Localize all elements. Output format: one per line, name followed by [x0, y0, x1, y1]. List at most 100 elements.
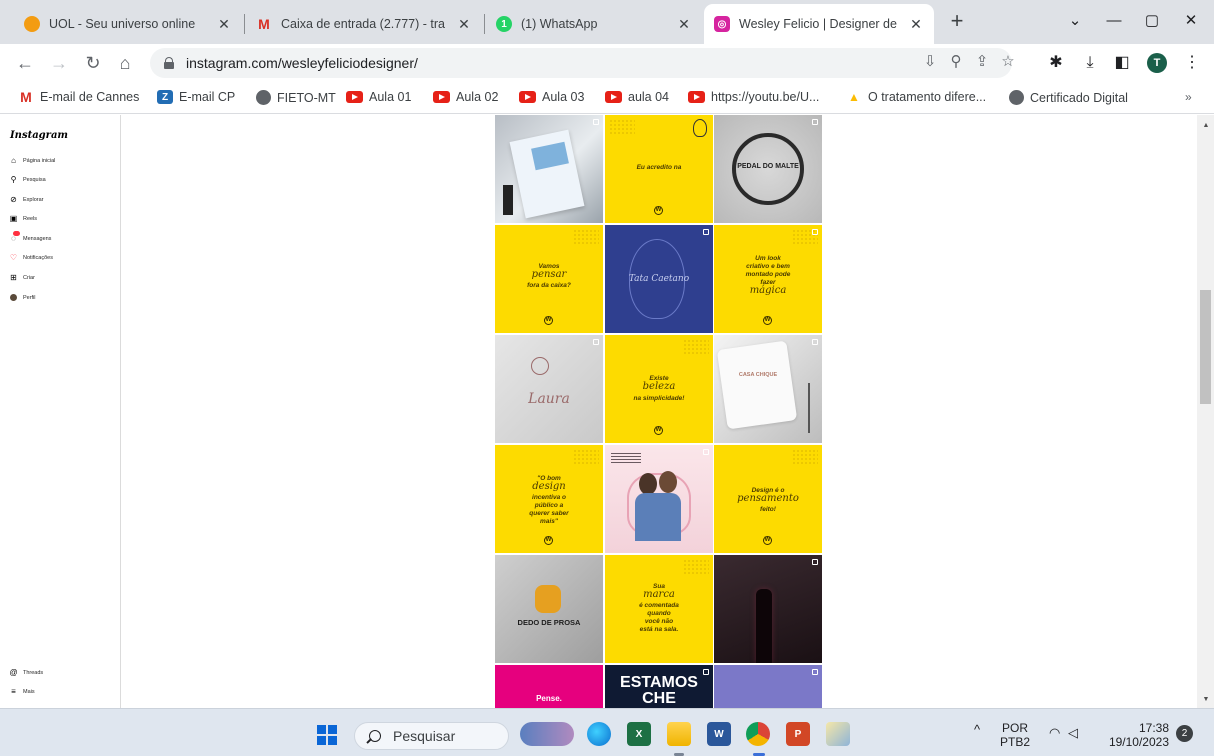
excel-icon[interactable]: X [627, 722, 651, 746]
youtube-icon [688, 91, 705, 103]
back-button[interactable]: ← [12, 50, 38, 76]
zoom-icon[interactable]: ⚲ [944, 50, 968, 74]
extensions-icon[interactable]: ✱ [1044, 51, 1068, 75]
nav-threads[interactable]: @ Threads [9, 668, 43, 677]
forward-button[interactable]: → [46, 50, 72, 76]
tab-whatsapp[interactable]: 1 (1) WhatsApp ✕ [486, 4, 702, 44]
bookmark-fieto[interactable]: FIETO-MT [256, 90, 336, 105]
tab-search-dropdown[interactable]: ⌄ [1060, 8, 1090, 34]
instagram-logo[interactable]: Instagram [10, 130, 68, 141]
close-window-button[interactable]: ✕ [1176, 8, 1206, 34]
post-thumbnail[interactable]: "O bom design incentiva o público a quer… [495, 445, 603, 553]
bookmark-email-cp[interactable]: Z E-mail CP [157, 90, 235, 104]
tab-strip: UOL - Seu universo online ✕ M Caixa de e… [0, 0, 1214, 44]
nav-more[interactable]: ≡ Mais [9, 687, 34, 696]
post-thumbnail[interactable] [714, 665, 822, 708]
language-indicator[interactable]: POR PTB2 [1000, 721, 1030, 749]
nav-explore[interactable]: ⊘ Explorar [9, 195, 43, 204]
tab-instagram[interactable]: ◎ Wesley Felicio | Designer de ✕ [704, 4, 934, 44]
tab-title: (1) WhatsApp [521, 17, 598, 31]
nav-profile[interactable]: Perfil [9, 293, 36, 302]
url-text[interactable]: instagram.com/wesleyfeliciodesigner/ [186, 55, 418, 71]
notification-count-badge[interactable]: 2 [1176, 725, 1193, 742]
bookmark-certificado[interactable]: Certificado Digital [1009, 90, 1128, 105]
tray-overflow-icon[interactable]: ^ [974, 723, 980, 737]
search-placeholder: Pesquisar [393, 728, 456, 744]
powerpoint-icon[interactable]: P [786, 722, 810, 746]
share-icon[interactable]: ⇪ [970, 50, 994, 74]
volume-icon[interactable]: ◁ [1068, 726, 1078, 740]
windows-start-button[interactable] [317, 725, 337, 745]
word-icon[interactable]: W [707, 722, 731, 746]
post-thumbnail[interactable] [714, 555, 822, 663]
new-tab-button[interactable]: + [945, 10, 969, 34]
chrome-icon[interactable] [746, 722, 770, 746]
post-caption: marca [643, 589, 675, 600]
scrollbar-track[interactable] [1197, 115, 1214, 708]
install-app-icon[interactable]: ⇩ [918, 50, 942, 74]
bookmark-star-icon[interactable]: ☆ [996, 50, 1020, 74]
post-thumbnail[interactable]: Tata Caetano [605, 225, 713, 333]
bookmark-aula-03[interactable]: Aula 03 [519, 90, 584, 104]
post-thumbnail[interactable]: Vamos pensar fora da caixa? W [495, 225, 603, 333]
tab-gmail[interactable]: M Caixa de entrada (2.777) - tra ✕ [246, 4, 482, 44]
maximize-button[interactable]: ▢ [1137, 8, 1167, 34]
nav-messages[interactable]: ◌ Mensagens [9, 231, 51, 243]
post-thumbnail[interactable]: Laura [495, 335, 603, 443]
nav-search[interactable]: ⚲ Pesquisa [9, 175, 46, 184]
nav-create[interactable]: ⊞ Criar [9, 273, 35, 282]
scrollbar-thumb[interactable] [1200, 290, 1211, 404]
nav-home[interactable]: ⌂ Página inicial [9, 156, 55, 165]
post-thumbnail[interactable]: Um look criativo e bem montado pode faze… [714, 225, 822, 333]
lock-icon[interactable] [164, 57, 174, 69]
bookmark-aula-02[interactable]: Aula 02 [433, 90, 498, 104]
edge-icon[interactable] [587, 722, 611, 746]
post-thumbnail[interactable]: CASA CHIQUE [714, 335, 822, 443]
post-thumbnail[interactable] [495, 115, 603, 223]
brand-logo-icon: W [544, 316, 553, 325]
bookmark-tratamento[interactable]: ▲ O tratamento difere... [846, 90, 986, 104]
file-explorer-icon[interactable] [667, 722, 691, 746]
nav-reels[interactable]: ▣ Reels [9, 214, 37, 223]
close-icon[interactable]: ✕ [216, 16, 232, 33]
post-thumbnail[interactable]: Sua marca é comentada quando você não es… [605, 555, 713, 663]
scroll-up-arrow[interactable]: ▲ [1201, 121, 1211, 131]
bookmark-aula-01[interactable]: Aula 01 [346, 90, 411, 104]
address-bar[interactable]: instagram.com/wesleyfeliciodesigner/ [150, 48, 1012, 78]
bookmark-aula-04[interactable]: aula 04 [605, 90, 669, 104]
bookmark-email-cannes[interactable]: M E-mail de Cannes [18, 89, 139, 105]
bookmark-youtube-link[interactable]: https://youtu.be/U... [688, 90, 819, 104]
side-panel-icon[interactable]: ◧ [1110, 51, 1134, 75]
brand-logo-icon: W [763, 316, 772, 325]
post-caption: Tata Caetano [628, 274, 690, 284]
bookmarks-overflow-icon[interactable]: » [1185, 90, 1192, 104]
post-thumbnail[interactable]: Eu acredito na W [605, 115, 713, 223]
close-icon[interactable]: ✕ [676, 16, 692, 33]
post-caption: DEDO DE PROSA [517, 618, 581, 627]
close-icon[interactable]: ✕ [456, 16, 472, 33]
youtube-icon [433, 91, 450, 103]
post-thumbnail[interactable] [605, 445, 713, 553]
minimize-button[interactable]: — [1099, 8, 1129, 34]
downloads-icon[interactable]: ⤓ [1078, 51, 1102, 75]
notes-app-icon[interactable] [826, 722, 850, 746]
reload-button[interactable]: ↻ [80, 50, 106, 76]
post-thumbnail[interactable]: Pense. [495, 665, 603, 708]
wifi-icon[interactable]: ◠ [1049, 726, 1060, 740]
post-thumbnail[interactable]: DEDO DE PROSA [495, 555, 603, 663]
multiple-posts-icon [812, 119, 818, 125]
menu-kebab-icon[interactable]: ⋮ [1180, 51, 1204, 75]
clock[interactable]: 17:38 19/10/2023 [1103, 721, 1169, 749]
nav-notifications[interactable]: ♡ Notificações [9, 253, 53, 262]
tab-uol[interactable]: UOL - Seu universo online ✕ [14, 4, 242, 44]
scroll-down-arrow[interactable]: ▼ [1201, 695, 1211, 705]
post-thumbnail[interactable]: ESTAMOS CHE [605, 665, 713, 708]
post-thumbnail[interactable]: Design é o pensamento feito! W [714, 445, 822, 553]
post-thumbnail[interactable]: PEDAL DO MALTE [714, 115, 822, 223]
profile-avatar[interactable]: T [1147, 53, 1167, 73]
widgets-icon[interactable] [520, 722, 574, 746]
post-thumbnail[interactable]: Existe beleza na simplicidade! W [605, 335, 713, 443]
taskbar-search[interactable]: Pesquisar [354, 722, 509, 750]
close-icon[interactable]: ✕ [908, 16, 924, 33]
home-button[interactable]: ⌂ [112, 50, 138, 76]
